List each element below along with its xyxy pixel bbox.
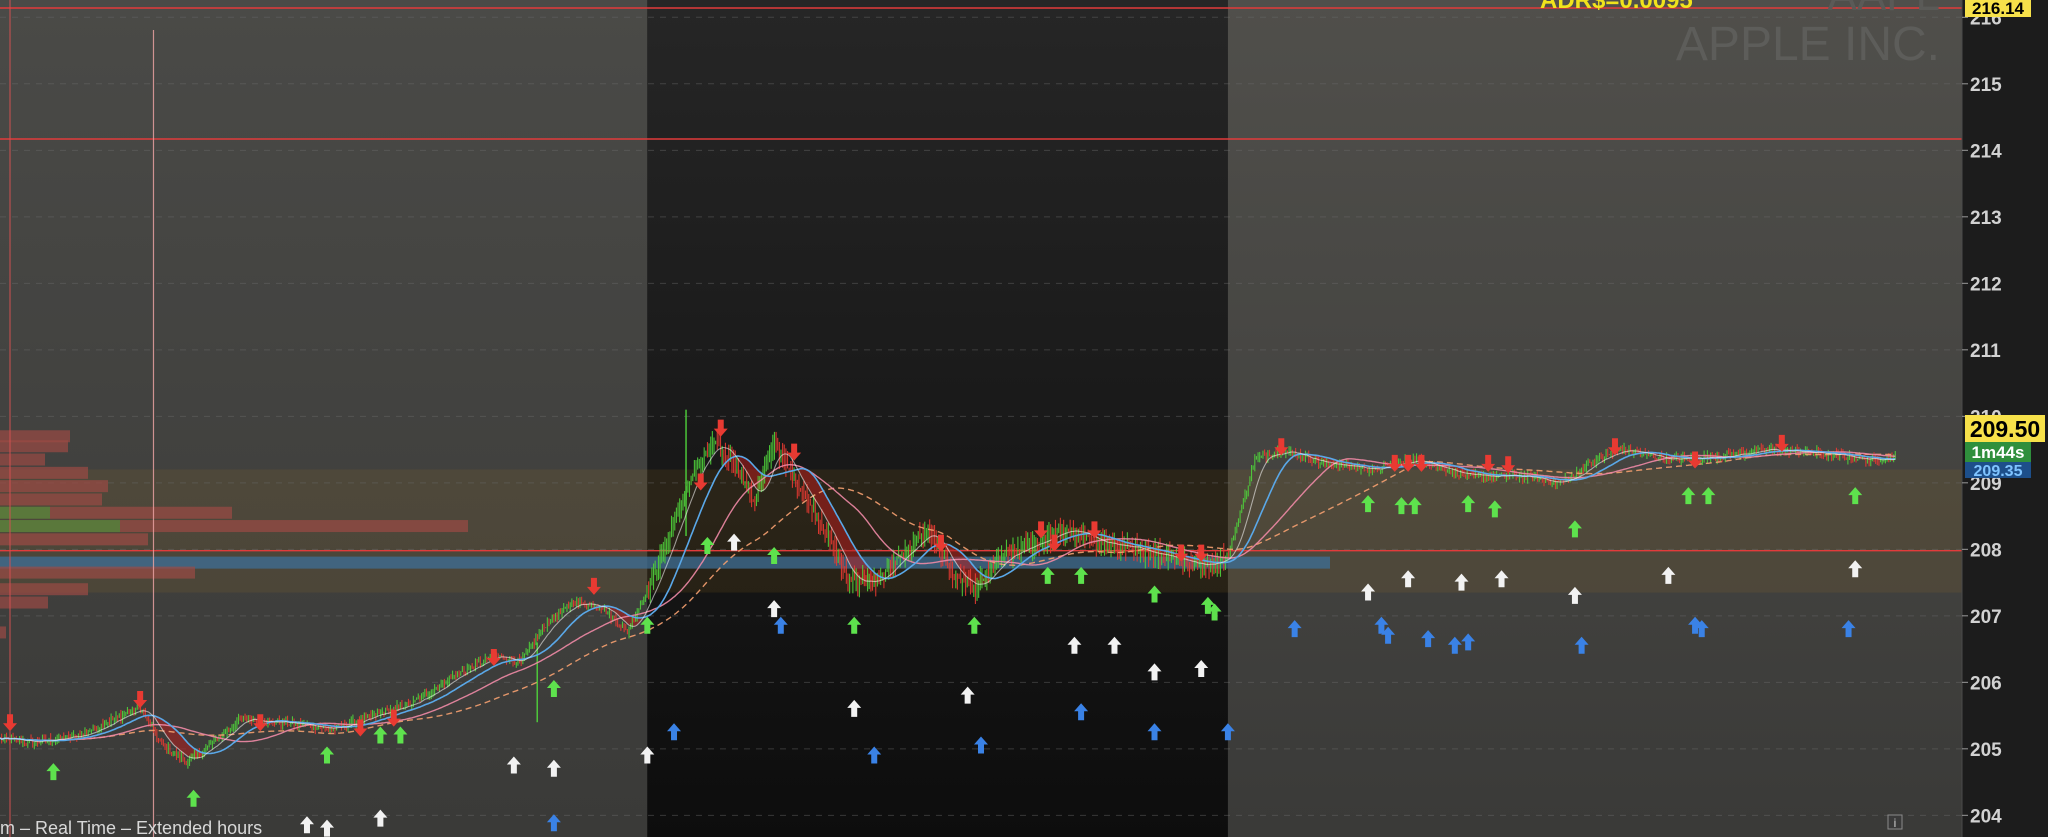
price-tick-label: 204 — [1970, 806, 2002, 827]
session-regular — [647, 0, 1228, 837]
session-backgrounds — [0, 0, 2048, 837]
profile-bar — [0, 566, 195, 579]
profile-bar — [0, 596, 48, 609]
chart-window: 204205206207208209210211212213214215216 … — [0, 0, 2048, 837]
countdown-tag: 1m44s — [1965, 442, 2031, 462]
profile-bar — [0, 506, 50, 519]
price-chart[interactable]: 204205206207208209210211212213214215216 … — [0, 0, 2048, 837]
session-after-hours — [1227, 0, 1962, 837]
countdown-value: 1m44s — [1972, 443, 2025, 462]
company-name: APPLE INC. — [1676, 18, 1940, 71]
sma-value-tag: 209.35 — [1965, 462, 2031, 480]
price-tick-label: 208 — [1970, 540, 2002, 561]
profile-bar — [0, 493, 102, 506]
profile-bar — [0, 520, 120, 533]
price-tick-label: 207 — [1970, 607, 2002, 628]
price-tick-label: 206 — [1970, 673, 2002, 694]
profile-bar — [0, 466, 88, 479]
sma-value: 209.35 — [1974, 463, 2023, 480]
price-tick-label: 214 — [1970, 141, 2002, 162]
last-price-tag: 209.50 — [1965, 415, 2045, 442]
profile-bar — [0, 480, 108, 493]
ticker-symbol: AAPL — [1827, 0, 1940, 20]
price-tick-label: 212 — [1970, 274, 2002, 295]
profile-bar — [120, 520, 468, 533]
profile-bar — [0, 626, 6, 639]
chart-footer-label: m – Real Time – Extended hours — [0, 818, 262, 837]
price-tick-label: 213 — [1970, 208, 2002, 229]
session-pre-market — [0, 0, 648, 837]
adr-label: ADR$=0.0095 — [1540, 0, 1693, 14]
price-tick-label: 205 — [1970, 740, 2002, 761]
info-icon: i — [1894, 816, 1897, 830]
top-level-tag: 216.14 — [1965, 0, 2031, 18]
profile-bar — [0, 453, 45, 466]
profile-bar — [0, 583, 88, 596]
top-level-value: 216.14 — [1972, 0, 2025, 18]
last-price-value: 209.50 — [1970, 416, 2040, 442]
profile-bar — [0, 533, 148, 546]
profile-bar — [50, 506, 232, 519]
price-tick-label: 215 — [1970, 75, 2002, 96]
price-tick-label: 211 — [1970, 341, 2001, 362]
info-button[interactable]: i — [1887, 814, 1903, 830]
